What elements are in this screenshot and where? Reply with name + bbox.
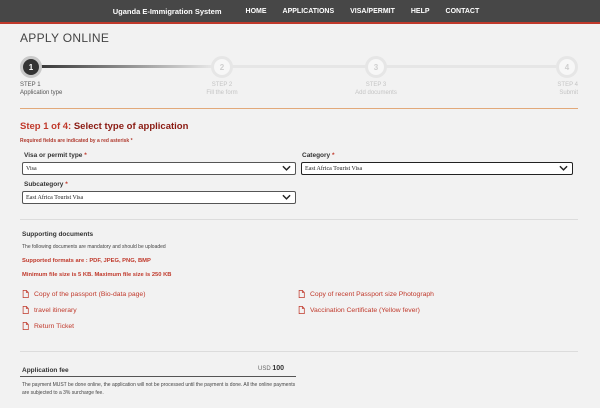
category-required-star: * bbox=[332, 152, 335, 159]
application-fee-amount: USD 100 bbox=[258, 365, 284, 372]
subcategory-required-star: * bbox=[65, 181, 68, 188]
section-divider bbox=[20, 351, 578, 352]
category-label: Category * bbox=[302, 152, 335, 159]
step-1-subtitle: Application type bbox=[20, 90, 63, 96]
subcategory-select[interactable]: East Africa Tourist Visa bbox=[22, 191, 296, 204]
nav-visa-permit[interactable]: VISA/PERMIT bbox=[350, 8, 395, 15]
document-label: Vaccination Certificate (Yellow fever) bbox=[310, 306, 420, 314]
header-divider bbox=[20, 108, 578, 109]
subcategory-label-text: Subcategory bbox=[24, 181, 64, 188]
category-select[interactable]: East Africa Tourist Visa bbox=[301, 162, 573, 175]
file-size-limits: Minimum file size is 5 KB. Maximum file … bbox=[22, 272, 172, 278]
required-note: Required fields are indicated by a red a… bbox=[20, 138, 133, 144]
file-icon bbox=[22, 306, 29, 314]
document-link-vaccination[interactable]: Vaccination Certificate (Yellow fever) bbox=[298, 306, 420, 314]
step-heading-prefix: Step 1 of 4: bbox=[20, 121, 72, 132]
fee-currency: USD bbox=[258, 366, 271, 372]
document-label: Copy of the passport (Bio-data page) bbox=[34, 290, 146, 298]
visa-type-select[interactable]: Visa bbox=[22, 162, 296, 175]
visa-type-required-star: * bbox=[84, 152, 87, 159]
document-label: travel itinerary bbox=[34, 306, 77, 314]
step-3-subtitle: Add documents bbox=[355, 90, 397, 96]
supported-formats: Supported formats are : PDF, JPEG, PNG, … bbox=[22, 258, 151, 264]
visa-type-label: Visa or permit type * bbox=[24, 152, 87, 159]
step-3-title: STEP 3 bbox=[365, 82, 387, 88]
chevron-down-icon bbox=[559, 165, 568, 171]
document-link-passport[interactable]: Copy of the passport (Bio-data page) bbox=[22, 290, 145, 298]
stepper-progress-line bbox=[31, 65, 211, 68]
category-value: East Africa Tourist Visa bbox=[305, 165, 363, 172]
chevron-down-icon bbox=[282, 165, 291, 171]
step-heading: Step 1 of 4: Select type of application bbox=[20, 121, 188, 132]
document-link-return-ticket[interactable]: Return Ticket bbox=[22, 322, 74, 330]
application-fee-title: Application fee bbox=[22, 367, 69, 374]
document-label: Return Ticket bbox=[34, 322, 75, 330]
step-1-title: STEP 1 bbox=[20, 82, 41, 88]
supporting-documents-note: The following documents are mandatory an… bbox=[22, 244, 166, 250]
subcategory-value: East Africa Tourist Visa bbox=[26, 194, 84, 201]
site-brand[interactable]: Uganda E-Immigration System bbox=[113, 7, 222, 16]
chevron-down-icon bbox=[282, 194, 291, 200]
payment-note: The payment MUST be done online, the app… bbox=[22, 382, 296, 396]
nav-home[interactable]: HOME bbox=[246, 8, 267, 15]
step-1-label: STEP 1 Application type bbox=[20, 81, 62, 97]
fee-divider bbox=[20, 376, 296, 377]
step-4-circle[interactable]: 4 bbox=[556, 56, 578, 78]
top-navbar: Uganda E-Immigration System HOME APPLICA… bbox=[0, 0, 600, 24]
progress-stepper: 1 2 3 4 STEP 1 Application type STEP 2 F… bbox=[20, 53, 578, 103]
page-title: APPLY ONLINE bbox=[20, 31, 110, 45]
step-heading-main: Select type of application bbox=[73, 121, 189, 132]
required-note-star: * bbox=[130, 138, 133, 144]
step-2-title: STEP 2 bbox=[211, 82, 233, 88]
step-2-subtitle: Fill the form bbox=[206, 90, 238, 96]
document-label: Copy of recent Passport size Photograph bbox=[310, 290, 434, 298]
required-note-text: Required fields are indicated by a red a… bbox=[20, 138, 130, 144]
document-link-itinerary[interactable]: travel itinerary bbox=[22, 306, 77, 314]
supporting-documents-title: Supporting documents bbox=[22, 231, 94, 238]
step-4-label: STEP 4 Submit bbox=[518, 81, 578, 97]
category-label-text: Category bbox=[302, 152, 331, 159]
step-2-label: STEP 2 Fill the form bbox=[192, 81, 252, 97]
step-2-circle[interactable]: 2 bbox=[211, 56, 233, 78]
file-icon bbox=[298, 290, 305, 298]
step-4-subtitle: Submit bbox=[559, 90, 578, 96]
document-link-photograph[interactable]: Copy of recent Passport size Photograph bbox=[298, 290, 434, 298]
file-icon bbox=[298, 306, 305, 314]
nav-help[interactable]: HELP bbox=[411, 8, 430, 15]
subcategory-label: Subcategory * bbox=[24, 181, 68, 188]
fee-value: 100 bbox=[272, 365, 285, 372]
step-3-label: STEP 3 Add documents bbox=[346, 81, 406, 97]
visa-type-label-text: Visa or permit type bbox=[24, 152, 83, 159]
nav-contact[interactable]: CONTACT bbox=[446, 8, 480, 15]
step-3-circle[interactable]: 3 bbox=[365, 56, 387, 78]
step-4-title: STEP 4 bbox=[557, 82, 578, 88]
step-1-circle[interactable]: 1 bbox=[20, 56, 42, 78]
section-divider bbox=[20, 219, 578, 220]
nav-applications[interactable]: APPLICATIONS bbox=[283, 8, 335, 15]
visa-type-value: Visa bbox=[26, 165, 37, 172]
file-icon bbox=[22, 290, 29, 298]
file-icon bbox=[22, 322, 29, 330]
